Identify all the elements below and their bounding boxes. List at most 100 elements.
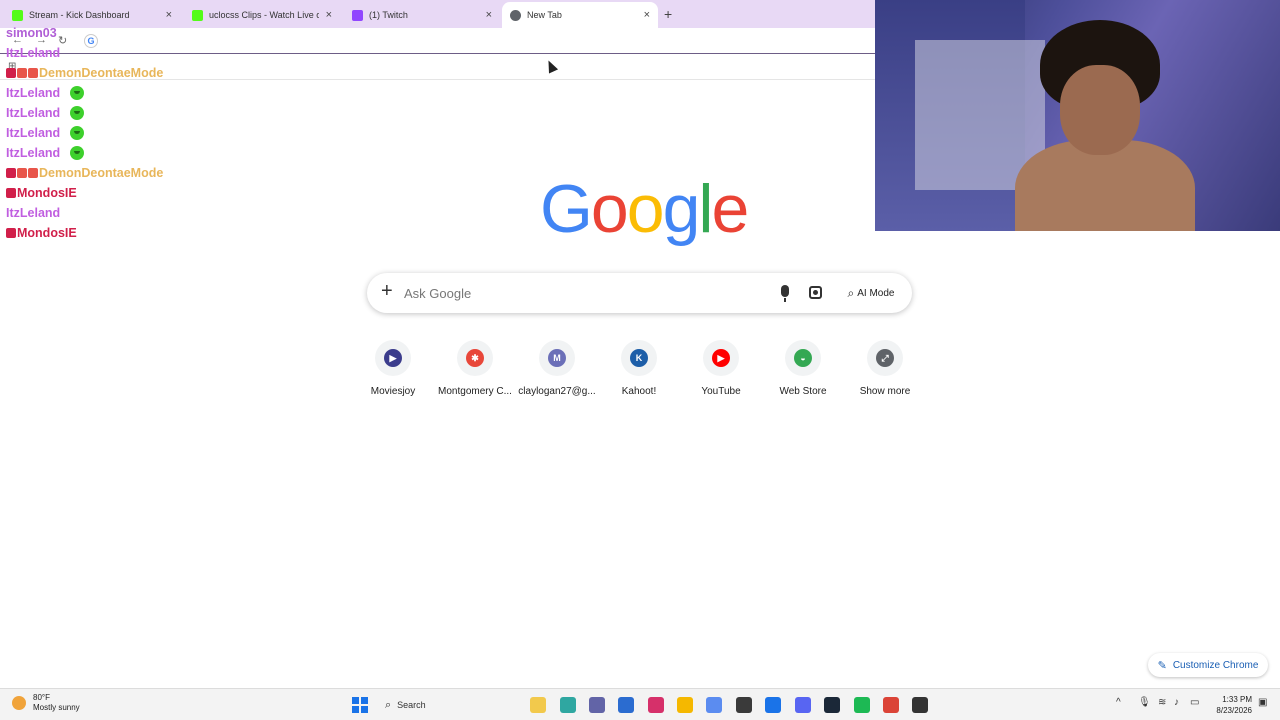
- shortcut-label: Montgomery C...: [438, 386, 512, 397]
- shortcut-tile[interactable]: K Kahoot!: [598, 340, 680, 404]
- google-g-icon: G: [84, 34, 98, 48]
- chat-message: ItzLeland: [6, 84, 85, 102]
- shortcut-icon-circle: ✱: [457, 340, 493, 376]
- customize-chrome-label: Customize Chrome: [1172, 659, 1259, 671]
- microphone-tray-icon[interactable]: 🎙: [1138, 697, 1151, 708]
- new-tab-button[interactable]: +: [664, 6, 672, 22]
- close-tab-icon[interactable]: ×: [486, 9, 492, 21]
- chat-username: ItzLeland: [6, 86, 61, 100]
- tab-kick-clips[interactable]: uclocss Clips - Watch Live on Kick ×: [184, 4, 340, 26]
- address-bar-row: ← → ↻ G: [0, 28, 875, 54]
- chat-message: ItzLeland: [6, 204, 60, 222]
- chat-emote-icon: [70, 106, 85, 120]
- chat-badge-icon: [6, 68, 16, 78]
- chat-message: MondosIE: [6, 224, 77, 242]
- twitch-favicon-icon: [352, 9, 363, 21]
- start-button-icon[interactable]: [352, 697, 368, 713]
- chat-emote-icon: [70, 86, 85, 100]
- discord-icon[interactable]: [795, 697, 811, 713]
- chrome-icon[interactable]: [765, 697, 781, 713]
- app-icon[interactable]: [912, 697, 928, 713]
- show-hidden-icons-icon[interactable]: ^: [1116, 697, 1121, 708]
- screen: Stream - Kick Dashboard × uclocss Clips …: [0, 0, 1280, 720]
- shortcut-label: Show more: [859, 386, 911, 397]
- ai-mode-button[interactable]: ⌕ AI Mode: [839, 280, 903, 306]
- logo-letter: l: [698, 171, 713, 247]
- chat-badge-icon: [28, 168, 38, 178]
- weather-text: 80°F Mostly sunny: [33, 693, 80, 713]
- weather-widget[interactable]: 80°F Mostly sunny: [12, 693, 80, 713]
- tab-title: uclocss Clips - Watch Live on Kick: [209, 10, 319, 20]
- store-icon[interactable]: [618, 697, 634, 713]
- chat-badge-icon: [17, 68, 27, 78]
- edge-icon[interactable]: [560, 697, 576, 713]
- chat-badge-icon: [6, 228, 16, 238]
- ai-mode-label: AI Mode: [857, 287, 895, 299]
- folder-icon[interactable]: [677, 697, 693, 713]
- montgomery-logo-icon: ✱: [466, 349, 484, 367]
- webcam-streamer-face: [1060, 65, 1140, 155]
- battery-icon[interactable]: ▭: [1190, 697, 1199, 708]
- spotify-icon[interactable]: [854, 697, 870, 713]
- search-icon: ⌕: [385, 698, 392, 711]
- teams-icon[interactable]: [589, 697, 605, 713]
- webcam-overlay: [875, 0, 1280, 231]
- shortcut-tile[interactable]: ⤢ Show more: [844, 340, 926, 404]
- shortcut-label: YouTube: [701, 386, 741, 397]
- instagram-icon[interactable]: [648, 697, 664, 713]
- chat-message: simon03: [6, 24, 57, 42]
- notifications-icon[interactable]: ▣: [1258, 697, 1267, 708]
- wifi-icon[interactable]: ≋: [1158, 697, 1166, 708]
- youtube-icon: ▶: [712, 349, 730, 367]
- google-lens-icon[interactable]: [809, 286, 822, 299]
- omnibox[interactable]: G: [78, 31, 858, 51]
- clock[interactable]: 1:33 PM 8/23/2026: [1206, 694, 1252, 716]
- chat-username: ItzLeland: [6, 146, 61, 160]
- tab-kick-dashboard[interactable]: Stream - Kick Dashboard ×: [4, 4, 180, 26]
- weather-temp: 80°F: [33, 693, 50, 702]
- chat-username: DemonDeontaeMode: [39, 166, 164, 180]
- chat-username: simon03: [6, 26, 57, 40]
- expand-icon: ⤢: [876, 349, 894, 367]
- obs-icon[interactable]: [736, 697, 752, 713]
- chat-message: ItzLeland: [6, 104, 85, 122]
- taskbar-search[interactable]: ⌕ Search: [378, 694, 528, 716]
- kahoot-k-icon: K: [630, 349, 648, 367]
- chat-message: DemonDeontaeMode: [6, 164, 163, 182]
- add-plus-icon[interactable]: +: [381, 280, 393, 303]
- ai-search-icon: ⌕: [847, 285, 855, 300]
- close-tab-icon[interactable]: ×: [644, 9, 650, 21]
- shortcut-icon-circle: ▶: [703, 340, 739, 376]
- customize-chrome-button[interactable]: ✎ Customize Chrome: [1148, 653, 1268, 677]
- close-tab-icon[interactable]: ×: [166, 9, 172, 21]
- chat-username: DemonDeontaeMode: [39, 66, 164, 80]
- chat-badge-icon: [28, 68, 38, 78]
- tab-new-tab[interactable]: New Tab ×: [502, 2, 658, 28]
- shortcut-tile[interactable]: ◒ Web Store: [762, 340, 844, 404]
- volume-icon[interactable]: ♪: [1174, 697, 1179, 708]
- shortcut-tile[interactable]: ▶ Moviesjoy: [352, 340, 434, 404]
- close-tab-icon[interactable]: ×: [326, 9, 332, 21]
- tab-twitch[interactable]: (1) Twitch ×: [344, 4, 500, 26]
- search-box[interactable]: + ⌕ AI Mode: [367, 273, 912, 313]
- steam-icon[interactable]: [824, 697, 840, 713]
- file-explorer-icon[interactable]: [530, 697, 546, 713]
- shortcut-icon-circle: K: [621, 340, 657, 376]
- shortcut-tile[interactable]: ▶ YouTube: [680, 340, 762, 404]
- search-input[interactable]: [404, 283, 764, 303]
- shortcut-label: Web Store: [779, 386, 827, 397]
- logo-letter: g: [662, 171, 701, 247]
- microphone-icon[interactable]: [781, 285, 789, 302]
- webcam-streamer: [1015, 20, 1195, 231]
- shortcut-label: claylogan27@g...: [518, 386, 596, 397]
- kick-favicon-icon: [192, 9, 203, 21]
- shortcut-tile[interactable]: Mclaylogan27@g...: [516, 340, 598, 404]
- chrome-active-icon[interactable]: [883, 697, 899, 713]
- shortcut-icon-circle: M: [539, 340, 575, 376]
- chat-username: MondosIE: [17, 186, 77, 200]
- chat-message: ItzLeland: [6, 44, 60, 62]
- copilot-icon[interactable]: [706, 697, 722, 713]
- chat-username: MondosIE: [17, 226, 77, 240]
- shortcut-tile[interactable]: ✱ Montgomery C...: [434, 340, 516, 404]
- chrome-favicon-icon: [510, 9, 521, 21]
